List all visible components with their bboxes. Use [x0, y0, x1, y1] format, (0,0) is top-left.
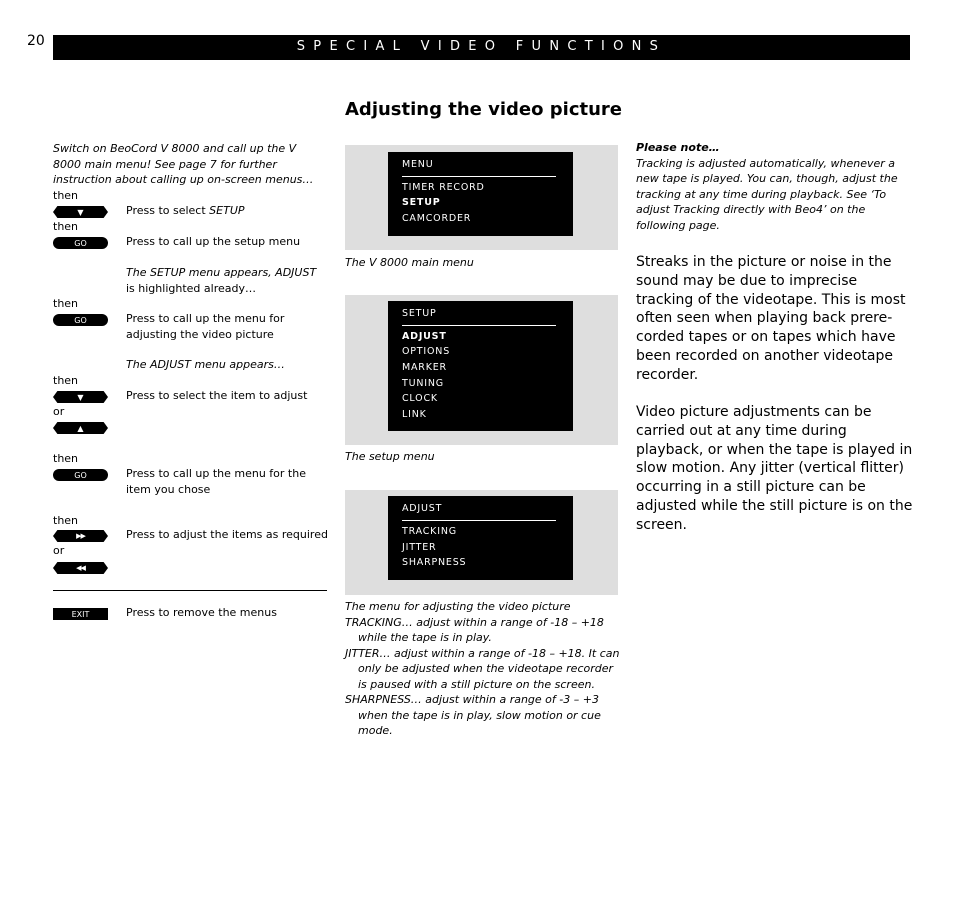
- main-menu-screen: MENU TIMER RECORD SETUP CAMCORDER: [388, 152, 573, 236]
- connector-then: then: [53, 297, 79, 310]
- connector-or: or: [53, 405, 65, 418]
- please-note-text: Tracking is adjusted automatically, when…: [636, 156, 898, 232]
- main-menu-panel: MENU TIMER RECORD SETUP CAMCORDER: [345, 145, 618, 250]
- section-header-bar: SPECIAL VIDEO FUNCTIONS: [53, 35, 910, 60]
- exit-button: EXIT: [53, 608, 108, 620]
- main-menu-caption: The V 8000 main menu: [345, 256, 474, 269]
- down-arrow-icon: ▼: [77, 207, 84, 217]
- go-button: GO: [53, 314, 108, 326]
- fast-forward-button: ▶▶: [53, 530, 108, 542]
- menu-item: CAMCORDER: [402, 213, 472, 224]
- connector-then: then: [53, 374, 79, 387]
- step-select-item: Press to select the item to adjust: [126, 389, 308, 402]
- menu-item-highlighted: SETUP: [402, 197, 441, 208]
- down-arrow-button: ▼: [53, 391, 108, 403]
- note-tracking: TRACKING… adjust within a range of -18 –…: [345, 615, 604, 645]
- menu-item: TRACKING: [402, 526, 457, 537]
- connector-then: then: [53, 452, 79, 465]
- up-arrow-button: ▲: [53, 422, 108, 434]
- exit-button-label: EXIT: [71, 609, 90, 619]
- note-sharpness: SHARPNESS… adjust within a range of -3 –…: [345, 693, 601, 737]
- page-title: Adjusting the video picture: [345, 99, 623, 120]
- menu-heading: MENU: [402, 159, 434, 170]
- step-remove-menus: Press to remove the menus: [126, 606, 277, 619]
- menu-underline: [402, 176, 556, 177]
- go-button-label: GO: [74, 470, 87, 480]
- menu-item: TIMER RECORD: [402, 182, 485, 193]
- go-button-label: GO: [74, 238, 87, 248]
- menu-item: OPTIONS: [402, 346, 451, 357]
- note-italic: The SETUP menu appears,: [126, 266, 276, 279]
- adjust-menu-panel: ADJUST TRACKING JITTER SHARPNESS: [345, 490, 618, 595]
- down-arrow-icon: ▼: [77, 392, 84, 402]
- intro-text: Switch on BeoCord V 8000 and call up the…: [53, 142, 314, 186]
- rewind-button: ◀◀: [53, 562, 108, 574]
- setup-appears-note: The SETUP menu appears, ADJUST is highli…: [126, 265, 326, 296]
- fast-forward-icon: ▶▶: [76, 532, 86, 540]
- adjust-menu-screen: ADJUST TRACKING JITTER SHARPNESS: [388, 496, 573, 580]
- connector-or: or: [53, 544, 65, 557]
- connector-then: then: [53, 514, 79, 527]
- connector-then: then: [53, 220, 79, 233]
- please-note: Please note… Tracking is adjusted automa…: [636, 140, 911, 233]
- menu-item: JITTER: [402, 542, 437, 553]
- adjust-notes: The menu for adjusting the video picture…: [345, 599, 620, 739]
- please-note-heading: Please note…: [636, 141, 720, 154]
- down-arrow-button: ▼: [53, 206, 108, 218]
- adjust-appears-note: The ADJUST menu appears…: [126, 358, 285, 371]
- menu-item: SHARPNESS: [402, 557, 467, 568]
- setup-menu-panel: SETUP ADJUST OPTIONS MARKER TUNING CLOCK…: [345, 295, 618, 445]
- menu-item-highlighted: ADJUST: [402, 331, 447, 342]
- step-text-italic: SETUP: [209, 204, 245, 217]
- menu-heading: SETUP: [402, 308, 437, 319]
- step-call-item: Press to call up the menu for the item y…: [126, 467, 306, 496]
- menu-item: CLOCK: [402, 393, 438, 404]
- body-paragraph-2: Video picture adjustments can be carried…: [636, 404, 913, 533]
- rewind-icon: ◀◀: [76, 564, 86, 572]
- section-title: SPECIAL VIDEO FUNCTIONS: [296, 39, 667, 54]
- step-text: Press to select: [126, 204, 210, 217]
- menu-heading: ADJUST: [402, 503, 443, 514]
- menu-item: MARKER: [402, 362, 447, 373]
- menu-underline: [402, 520, 556, 521]
- step-call-setup: Press to call up the setup menu: [126, 235, 301, 248]
- connector-then: then: [53, 189, 79, 202]
- step-call-adjust: Press to call up the menu for adjusting …: [126, 312, 285, 341]
- note-italic: ADJUST: [275, 266, 317, 279]
- step-adjust-items: Press to adjust the items as required: [126, 528, 328, 541]
- step-select-setup: Press to select SETUP: [126, 203, 326, 219]
- setup-menu-screen: SETUP ADJUST OPTIONS MARKER TUNING CLOCK…: [388, 301, 573, 431]
- go-button-label: GO: [74, 315, 87, 325]
- up-arrow-icon: ▲: [77, 423, 84, 433]
- note-text: is highlighted already…: [126, 281, 256, 295]
- setup-menu-caption: The setup menu: [345, 450, 435, 463]
- menu-item: LINK: [402, 409, 427, 420]
- page-number: 20: [27, 33, 45, 49]
- menu-item: TUNING: [402, 378, 444, 389]
- divider: [53, 590, 327, 591]
- go-button: GO: [53, 469, 108, 481]
- body-paragraph-1: Streaks in the picture or noise in the s…: [636, 254, 906, 383]
- adjust-menu-caption: The menu for adjusting the video picture: [345, 600, 571, 613]
- menu-underline: [402, 325, 556, 326]
- note-jitter: JITTER… adjust within a range of -18 – +…: [345, 646, 620, 691]
- go-button: GO: [53, 237, 108, 249]
